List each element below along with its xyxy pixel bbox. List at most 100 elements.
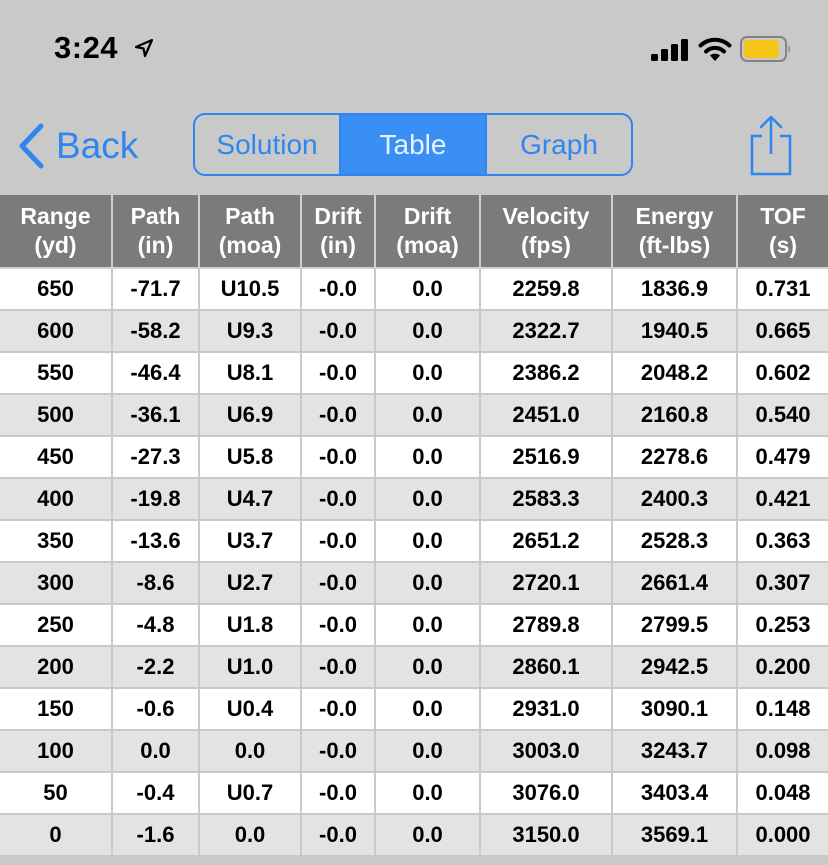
table-cell: 2048.2 bbox=[612, 352, 738, 395]
table-cell: -46.4 bbox=[112, 352, 200, 395]
view-segmented-control: Solution Table Graph bbox=[193, 113, 633, 176]
table-cell: 200 bbox=[0, 646, 113, 689]
table-cell: 2322.7 bbox=[480, 310, 613, 353]
table-cell: 2259.8 bbox=[480, 268, 613, 311]
table-cell: 3003.0 bbox=[480, 730, 613, 773]
table-cell: 3076.0 bbox=[480, 772, 613, 815]
table-cell: -4.8 bbox=[112, 604, 200, 647]
column-header: TOF (s) bbox=[737, 195, 828, 269]
table-cell: 0.0 bbox=[375, 352, 481, 395]
table-cell: 2931.0 bbox=[480, 688, 613, 731]
table-cell: -0.0 bbox=[301, 604, 376, 647]
table-cell: 2720.1 bbox=[480, 562, 613, 605]
table-cell: -71.7 bbox=[112, 268, 200, 311]
column-header-unit: (moa) bbox=[396, 232, 459, 258]
table-cell: U6.9 bbox=[199, 394, 302, 437]
column-header-title: Velocity bbox=[502, 203, 590, 229]
table-cell: 0.0 bbox=[375, 478, 481, 521]
back-button[interactable]: Back bbox=[16, 120, 138, 172]
table-cell: -0.0 bbox=[301, 562, 376, 605]
column-header-unit: (yd) bbox=[34, 232, 77, 258]
table-cell: 3090.1 bbox=[612, 688, 738, 731]
table-row: 450 -27.3 U5.8 -0.0 0.0 2516.9 2278.6 0.479 bbox=[0, 436, 828, 479]
table-cell: 0.307 bbox=[737, 562, 828, 605]
segment-table-label: Table bbox=[379, 128, 447, 160]
table-cell: U0.7 bbox=[199, 772, 302, 815]
table-cell: 0.0 bbox=[199, 730, 302, 773]
column-header: Range (yd) bbox=[0, 195, 113, 269]
table-cell: -0.0 bbox=[301, 394, 376, 437]
column-header-title: Drift bbox=[403, 203, 452, 229]
table-cell: 0.0 bbox=[375, 772, 481, 815]
column-header: Path (moa) bbox=[199, 195, 302, 269]
table-cell: 400 bbox=[0, 478, 113, 521]
segment-solution[interactable]: Solution bbox=[195, 115, 339, 174]
table-cell: 2400.3 bbox=[612, 478, 738, 521]
back-label: Back bbox=[56, 125, 139, 166]
table-cell: -0.0 bbox=[301, 646, 376, 689]
segment-table[interactable]: Table bbox=[339, 115, 485, 174]
table-cell: 2583.3 bbox=[480, 478, 613, 521]
table-cell: 3150.0 bbox=[480, 814, 613, 857]
table-row: 100 0.0 0.0 -0.0 0.0 3003.0 3243.7 0.098 bbox=[0, 730, 828, 773]
column-header: Velocity (fps) bbox=[480, 195, 613, 269]
segment-solution-label: Solution bbox=[216, 128, 318, 160]
table-cell: 2942.5 bbox=[612, 646, 738, 689]
status-bar: 3:24 bbox=[0, 0, 828, 96]
table-cell: 2160.8 bbox=[612, 394, 738, 437]
table-cell: U8.1 bbox=[199, 352, 302, 395]
table-row: 350 -13.6 U3.7 -0.0 0.0 2651.2 2528.3 0.363 bbox=[0, 520, 828, 563]
table-cell: -8.6 bbox=[112, 562, 200, 605]
column-header-unit: (in) bbox=[320, 232, 356, 258]
table-cell: 0.000 bbox=[737, 814, 828, 857]
navigation-bar: Back Solution Table Graph bbox=[0, 96, 828, 194]
table-cell: 0.148 bbox=[737, 688, 828, 731]
table-row: 400 -19.8 U4.7 -0.0 0.0 2583.3 2400.3 0.421 bbox=[0, 478, 828, 521]
table-cell: -0.0 bbox=[301, 310, 376, 353]
column-header-unit: (ft-lbs) bbox=[638, 232, 711, 258]
table-cell: -0.0 bbox=[301, 772, 376, 815]
table-cell: 100 bbox=[0, 730, 113, 773]
table-cell: -13.6 bbox=[112, 520, 200, 563]
table-cell: 0.0 bbox=[375, 814, 481, 857]
table-cell: -27.3 bbox=[112, 436, 200, 479]
table-cell: 0.0 bbox=[375, 310, 481, 353]
table-cell: 0.0 bbox=[375, 520, 481, 563]
table-cell: 2386.2 bbox=[480, 352, 613, 395]
table-cell: 0.0 bbox=[375, 436, 481, 479]
table-cell: -0.0 bbox=[301, 352, 376, 395]
table-cell: 0.098 bbox=[737, 730, 828, 773]
table-body: 650 -71.7 U10.5 -0.0 0.0 2259.8 1836.9 0.731 600… bbox=[0, 268, 828, 857]
table-cell: 2516.9 bbox=[480, 436, 613, 479]
segment-graph[interactable]: Graph bbox=[485, 115, 631, 174]
table-cell: -1.6 bbox=[112, 814, 200, 857]
table-cell: U0.4 bbox=[199, 688, 302, 731]
cellular-signal-icon bbox=[651, 39, 688, 61]
table-cell: U5.8 bbox=[199, 436, 302, 479]
table-cell: 0.540 bbox=[737, 394, 828, 437]
table-cell: 2661.4 bbox=[612, 562, 738, 605]
table-cell: 3403.4 bbox=[612, 772, 738, 815]
segment-graph-label: Graph bbox=[520, 128, 598, 160]
table-cell: -2.2 bbox=[112, 646, 200, 689]
column-header: Path (in) bbox=[112, 195, 200, 269]
table-cell: -0.0 bbox=[301, 268, 376, 311]
table-cell: 600 bbox=[0, 310, 113, 353]
table-cell: 0.0 bbox=[375, 604, 481, 647]
table-cell: 350 bbox=[0, 520, 113, 563]
table-cell: -0.0 bbox=[301, 520, 376, 563]
table-row: 250 -4.8 U1.8 -0.0 0.0 2789.8 2799.5 0.253 bbox=[0, 604, 828, 647]
column-header-title: Path bbox=[225, 203, 275, 229]
table-cell: 0.0 bbox=[375, 562, 481, 605]
table-row: 200 -2.2 U1.0 -0.0 0.0 2860.1 2942.5 0.200 bbox=[0, 646, 828, 689]
ballistics-table-container[interactable]: Range (yd) Path (in) Path (moa) Drift (in) Drift… bbox=[0, 195, 828, 857]
wifi-icon bbox=[698, 37, 732, 61]
table-row: 650 -71.7 U10.5 -0.0 0.0 2259.8 1836.9 0.731 bbox=[0, 268, 828, 311]
table-cell: 2789.8 bbox=[480, 604, 613, 647]
table-cell: 0.0 bbox=[375, 268, 481, 311]
table-cell: -0.0 bbox=[301, 730, 376, 773]
table-cell: U4.7 bbox=[199, 478, 302, 521]
share-icon[interactable] bbox=[746, 114, 796, 176]
table-cell: 0.0 bbox=[375, 730, 481, 773]
table-cell: 0.421 bbox=[737, 478, 828, 521]
